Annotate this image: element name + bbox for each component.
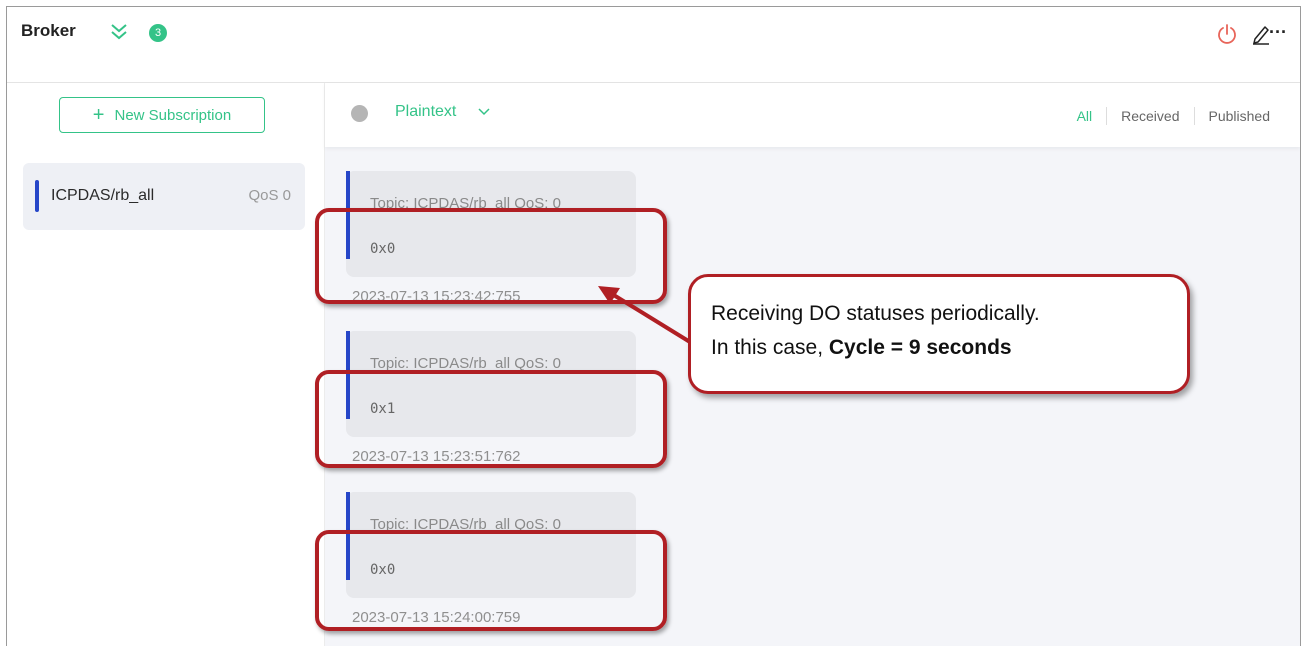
subscription-qos: QoS 0: [248, 187, 291, 204]
message-filter-tabs: All Received Published: [1063, 107, 1284, 125]
subscriptions-panel: + New Subscription ICPDAS/rb_all QoS 0: [7, 83, 325, 646]
highlight-box: [315, 530, 667, 631]
connection-title: Broker: [21, 21, 76, 40]
more-icon[interactable]: ···: [1269, 22, 1287, 43]
annotation-callout: Receiving DO statuses periodically. In t…: [688, 274, 1190, 394]
power-icon[interactable]: [1216, 23, 1238, 45]
plus-icon: +: [92, 104, 105, 126]
payload-format-select[interactable]: Plaintext: [395, 103, 456, 121]
status-dot-icon: [351, 105, 368, 122]
filter-all[interactable]: All: [1063, 108, 1107, 124]
subscription-topic: ICPDAS/rb_all: [51, 187, 155, 204]
highlight-box: [315, 370, 667, 468]
new-subscription-label: New Subscription: [114, 106, 232, 124]
connection-count-badge: 3: [149, 24, 167, 42]
messages-toolbar: Plaintext All Received Published: [325, 83, 1300, 147]
callout-line-2-prefix: In this case,: [711, 336, 829, 359]
double-chevron-icon[interactable]: [109, 23, 129, 41]
callout-line-2: In this case, Cycle = 9 seconds: [711, 331, 1187, 365]
chevron-down-icon[interactable]: [477, 105, 491, 119]
new-subscription-button[interactable]: + New Subscription: [59, 97, 265, 133]
callout-cycle-value: Cycle = 9 seconds: [828, 336, 1012, 359]
callout-arrow-icon: [598, 286, 692, 344]
header-bar: Broker 3 ···: [7, 7, 1300, 83]
subscription-item[interactable]: ICPDAS/rb_all QoS 0: [23, 163, 305, 230]
filter-published[interactable]: Published: [1195, 108, 1285, 124]
subscription-color-bar: [35, 180, 39, 212]
filter-received[interactable]: Received: [1107, 108, 1193, 124]
callout-line-1: Receiving DO statuses periodically.: [711, 302, 1040, 325]
